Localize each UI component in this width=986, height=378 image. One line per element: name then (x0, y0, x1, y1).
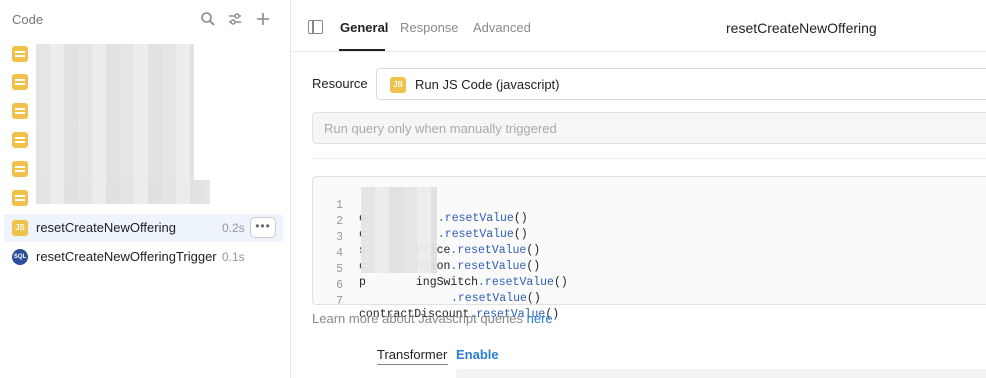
redacted-area (361, 187, 437, 273)
help-text: Learn more about Javascript queries here (312, 311, 553, 326)
search-icon[interactable] (200, 11, 216, 27)
run-time: 0.2s (222, 221, 245, 235)
query-name: resetCreateNewOfferingTrigger (36, 249, 217, 264)
help-link[interactable]: here (527, 311, 553, 326)
code-line: 6 .resetValue() (336, 279, 541, 305)
js-icon (12, 132, 28, 148)
tab-general[interactable]: General (340, 20, 388, 35)
plus-icon[interactable] (255, 11, 271, 27)
js-icon (12, 161, 28, 177)
query-name: resetCreateNewOffering (36, 220, 176, 235)
code-line: 1 o.resetValue() (336, 199, 528, 225)
js-icon (12, 103, 28, 119)
js-icon (12, 190, 28, 206)
js-icon (12, 74, 28, 90)
code-line: 4 cnsion.resetValue() (336, 247, 541, 273)
panel-title: Code (12, 12, 44, 27)
trigger-placeholder: Run query only when manually triggered (324, 121, 557, 136)
code-line: 5 p ingSwitch.resetValue() (336, 263, 568, 289)
list-item[interactable]: SQL resetCreateNewOfferingTrigger 0.1s (4, 243, 283, 271)
query-title: resetCreateNewOffering (726, 20, 877, 36)
code-editor[interactable]: 1 o.resetValue() 2 c.resetValue() 3 sPri… (312, 176, 986, 321)
list-item[interactable]: JS resetCreateNewOffering 0.2s ••• (4, 214, 283, 242)
divider (312, 158, 986, 159)
query-list-header: Code (0, 0, 291, 40)
sliders-icon[interactable] (227, 11, 243, 27)
redacted-area (36, 44, 194, 202)
query-editor: General Response Advanced resetCreateNew… (292, 0, 986, 378)
sidebar-toggle-icon[interactable] (308, 20, 323, 34)
code-line: 3 sPrice.resetValue() (336, 231, 541, 257)
transformer-underline (377, 364, 448, 365)
js-icon: JS (390, 77, 406, 93)
tab-response[interactable]: Response (400, 20, 459, 35)
resource-select[interactable]: JS Run JS Code (javascript) (376, 68, 986, 100)
enable-transformer-link[interactable]: Enable (456, 347, 499, 362)
tab-advanced[interactable]: Advanced (473, 20, 531, 35)
redacted-area (36, 180, 210, 204)
trigger-field[interactable]: Run query only when manually triggered (312, 112, 986, 144)
query-list-panel: Code JS resetCreateNewOffering 0.2s ••• … (0, 0, 291, 378)
resource-label: Resource (312, 76, 368, 91)
more-options-button[interactable]: ••• (250, 217, 276, 238)
code-line: 7 contractDiscount.resetValue() (336, 295, 560, 321)
run-time: 0.1s (222, 250, 245, 264)
code-line: 2 c.resetValue() (336, 215, 528, 241)
transformer-label: Transformer (377, 347, 448, 362)
resource-value: Run JS Code (javascript) (415, 77, 560, 92)
sql-icon: SQL (12, 249, 28, 265)
transformer-editor[interactable] (456, 369, 986, 378)
js-icon (12, 46, 28, 62)
editor-tabbar: General Response Advanced resetCreateNew… (292, 0, 986, 52)
active-tab-indicator (339, 49, 385, 51)
js-icon: JS (12, 220, 28, 236)
